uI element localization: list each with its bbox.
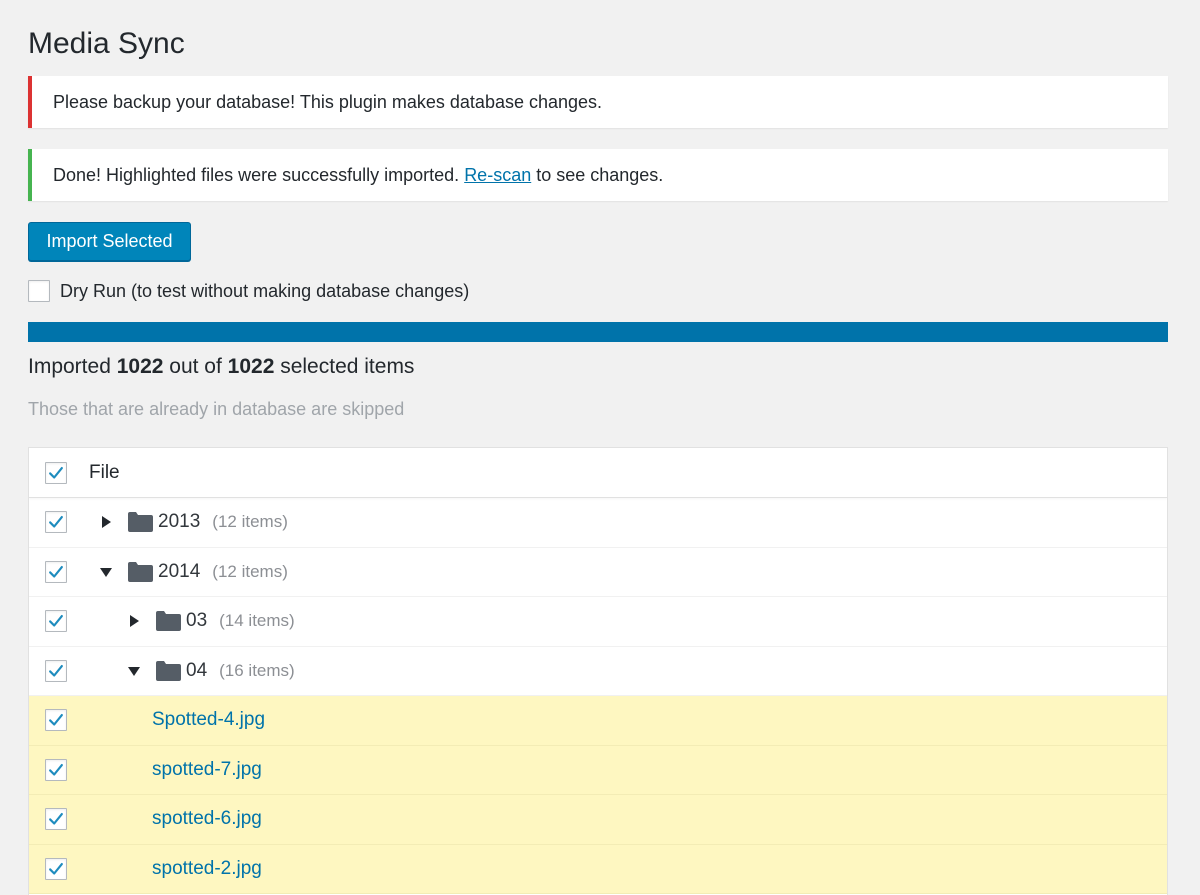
row-checkbox[interactable] [45, 659, 67, 682]
checkmark-icon [49, 615, 63, 627]
skip-hint: Those that are already in database are s… [28, 399, 405, 419]
folder-row: 03 (14 items) [29, 597, 1167, 647]
total-count: 1022 [227, 355, 275, 378]
imported-count: 1022 [116, 355, 164, 378]
file-table: File 2013 (12 items) 2014 (12 items) 03 (14 i… [28, 447, 1168, 895]
checkmark-icon [49, 763, 63, 776]
status-prefix: Imported [28, 355, 117, 378]
checkmark-icon [49, 565, 63, 578]
status-suffix: selected items [274, 355, 415, 378]
row-checkbox[interactable] [45, 560, 67, 583]
file-row: spotted-2.jpg [29, 844, 1167, 894]
table-body: 2013 (12 items) 2014 (12 items) 03 (14 items)… [29, 498, 1167, 894]
rescan-link[interactable]: Re-scan [464, 165, 531, 185]
import-progress-bar [28, 322, 1168, 342]
file-name[interactable]: spotted-2.jpg [152, 858, 262, 880]
import-selected-button[interactable]: Import Selected [28, 222, 191, 261]
file-row: Spotted-4.jpg [29, 696, 1167, 746]
success-text-after: to see changes. [531, 165, 664, 185]
file-name[interactable]: Spotted-4.jpg [152, 709, 265, 731]
table-header: File [29, 448, 1167, 498]
folder-row: 04 (16 items) [29, 647, 1167, 696]
checkmark-icon [49, 466, 63, 479]
folder-name[interactable]: 2014 [158, 561, 200, 583]
checkmark-icon [49, 813, 63, 825]
expand-toggle[interactable] [100, 516, 112, 529]
import-status: Imported 1022 out of 1022 selected items [28, 354, 414, 380]
dry-run-checkbox[interactable] [28, 280, 50, 302]
row-checkbox[interactable] [45, 709, 67, 732]
select-all-checkbox[interactable] [45, 461, 67, 484]
folder-icon-wrap [156, 611, 181, 632]
row-checkbox[interactable] [45, 857, 67, 880]
checkmark-icon [49, 862, 63, 875]
import-progress-fill [28, 322, 1168, 342]
file-row: spotted-7.jpg [29, 745, 1167, 795]
folder-name[interactable]: 03 [186, 610, 207, 632]
caret-right-icon [102, 516, 111, 529]
file-row: spotted-6.jpg [29, 795, 1167, 845]
folder-name[interactable]: 2013 [158, 511, 200, 533]
caret-right-icon [130, 615, 139, 628]
checkmark-icon [49, 664, 63, 677]
folder-item-count: (12 items) [212, 561, 288, 581]
folder-row: 2014 (12 items) [29, 548, 1167, 597]
file-column-header: File [89, 461, 120, 483]
checkmark-icon [49, 516, 63, 528]
media-sync-page: Media Sync Please backup your database! … [0, 0, 1200, 895]
row-checkbox[interactable] [45, 758, 67, 781]
row-checkbox[interactable] [45, 808, 67, 831]
folder-name[interactable]: 04 [186, 660, 207, 682]
folder-row: 2013 (12 items) [29, 498, 1167, 548]
status-middle: out of [163, 355, 228, 378]
folder-icon [156, 611, 181, 632]
dry-run-label[interactable]: Dry Run (to test without making database… [60, 281, 469, 302]
page-title: Media Sync [28, 27, 185, 60]
backup-warning-text: Please backup your database! This plugin… [53, 92, 603, 112]
folder-icon-wrap [128, 561, 153, 582]
expand-toggle[interactable] [128, 615, 140, 628]
file-name[interactable]: spotted-7.jpg [152, 759, 262, 781]
folder-icon-wrap [156, 660, 181, 681]
file-name[interactable]: spotted-6.jpg [152, 808, 262, 830]
folder-icon [156, 660, 181, 681]
import-success-notice: Done! Highlighted files were successfull… [28, 149, 1168, 201]
folder-item-count: (16 items) [219, 660, 295, 680]
folder-item-count: (14 items) [219, 611, 295, 631]
caret-down-icon [128, 666, 140, 676]
backup-warning-notice: Please backup your database! This plugin… [28, 76, 1168, 128]
checkmark-icon [49, 714, 63, 726]
success-text-before: Done! Highlighted files were successfull… [53, 165, 465, 185]
expand-toggle[interactable] [128, 665, 140, 677]
dry-run-option: Dry Run (to test without making database… [28, 280, 469, 302]
folder-icon [128, 561, 153, 582]
row-checkbox[interactable] [45, 511, 67, 534]
expand-toggle[interactable] [100, 566, 112, 578]
folder-item-count: (12 items) [212, 512, 288, 532]
folder-icon [128, 512, 153, 533]
folder-icon-wrap [128, 512, 153, 533]
row-checkbox[interactable] [45, 610, 67, 633]
caret-down-icon [100, 567, 112, 577]
